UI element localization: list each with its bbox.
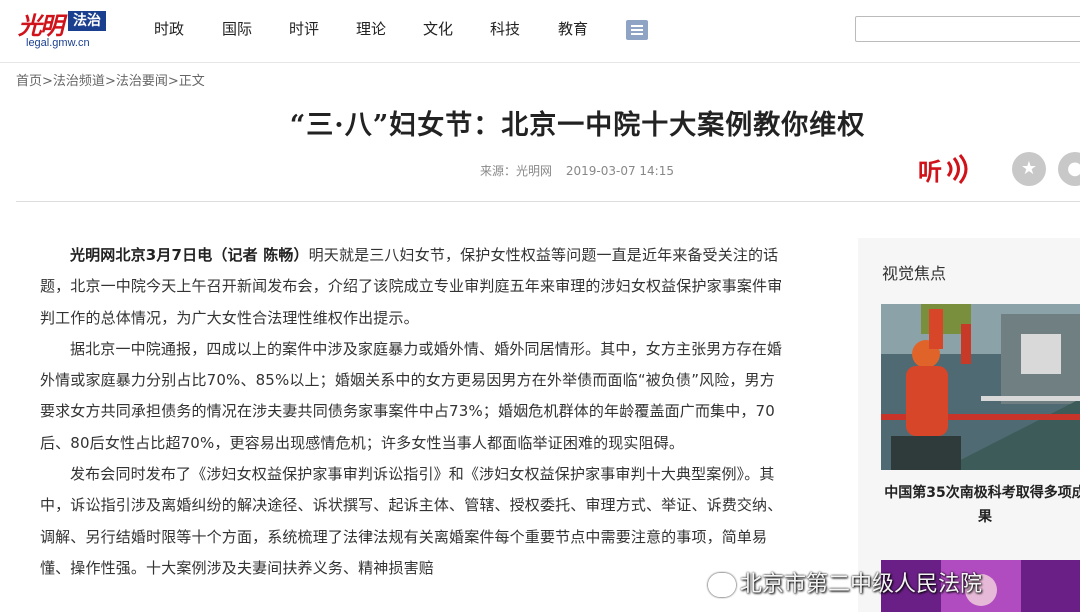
article-meta: 来源：光明网 2019-03-07 14:15 <box>480 162 684 179</box>
listen-button[interactable]: 听 <box>918 150 974 186</box>
article-paragraph: 光明网北京3月7日电（记者 陈畅）明天就是三八妇女节，保护女性权益等问题一直是近… <box>40 246 783 327</box>
article-paragraph: 发布会同时发布了《涉妇女权益保护家事审判诉讼指引》和《涉妇女权益保护家事审判十大… <box>40 465 783 577</box>
article-body: 光明网北京3月7日电（记者 陈畅）明天就是三八妇女节，保护女性权益等问题一直是近… <box>40 240 785 584</box>
wechat-icon: ● <box>1067 158 1080 179</box>
breadcrumb-separator: > <box>104 74 116 89</box>
nav-item-keji[interactable]: 科技 <box>490 18 520 39</box>
breadcrumb-separator: > <box>167 74 179 89</box>
focus-photo[interactable] <box>881 304 1080 470</box>
nav-item-jiaoyu[interactable]: 教育 <box>558 18 588 39</box>
article-datetime: 2019-03-07 14:15 <box>565 164 674 178</box>
nav-item-shizheng[interactable]: 时政 <box>154 18 184 39</box>
listen-icon <box>946 154 968 184</box>
watermark: 北京市第二中级人民法院 <box>708 566 982 598</box>
article-source: 来源：光明网 <box>480 164 553 178</box>
breadcrumb-separator: > <box>42 74 53 89</box>
search-input[interactable] <box>855 16 1080 42</box>
article-lead: 光明网北京3月7日电（记者 陈畅） <box>70 246 309 264</box>
logo-badge: 法治 <box>68 11 106 31</box>
breadcrumb-legal-channel[interactable]: 法治频道 <box>53 74 105 89</box>
share-wechat-button[interactable]: ● <box>1058 152 1080 186</box>
nav-item-guoji[interactable]: 国际 <box>222 18 252 39</box>
wechat-official-icon <box>708 573 736 597</box>
breadcrumb-home[interactable]: 首页 <box>16 74 42 89</box>
article-title: “三·八”妇女节：北京一中院十大案例教你维权 <box>289 110 866 141</box>
logo-mark: 光明 <box>18 11 64 40</box>
menu-icon[interactable] <box>626 20 648 40</box>
site-logo[interactable]: 光明 法治 legal.gmw.cn <box>18 6 113 50</box>
nav-item-lilun[interactable]: 理论 <box>356 18 386 39</box>
star-icon: ★ <box>1020 158 1038 179</box>
watermark-text: 北京市第二中级人民法院 <box>740 572 983 597</box>
breadcrumb: 首页>法治频道>法治要闻>正文 <box>16 70 205 89</box>
focus-caption[interactable]: 中国第35次南极科考取得多项成果 <box>880 481 1080 529</box>
site-header: 光明 法治 legal.gmw.cn 时政 国际 时评 理论 文化 科技 教育 <box>0 0 1080 63</box>
listen-label: 听 <box>918 158 942 186</box>
visual-focus-sidebar: 视觉焦点 中国第35次南极科考取得多项成果 <box>858 238 1080 612</box>
nav-item-shiping[interactable]: 时评 <box>289 18 319 39</box>
breadcrumb-legal-news[interactable]: 法治要闻 <box>116 74 168 89</box>
nav-item-wenhua[interactable]: 文化 <box>423 18 453 39</box>
breadcrumb-current: 正文 <box>178 74 205 89</box>
sidebar-title: 视觉焦点 <box>882 264 947 283</box>
logo-domain: legal.gmw.cn <box>26 37 90 49</box>
header-divider <box>16 201 1080 202</box>
favorite-button[interactable]: ★ <box>1012 152 1046 186</box>
article-paragraph: 据北京一中院通报，四成以上的案件中涉及家庭暴力或婚外情、婚外同居情形。其中，女方… <box>40 339 783 452</box>
